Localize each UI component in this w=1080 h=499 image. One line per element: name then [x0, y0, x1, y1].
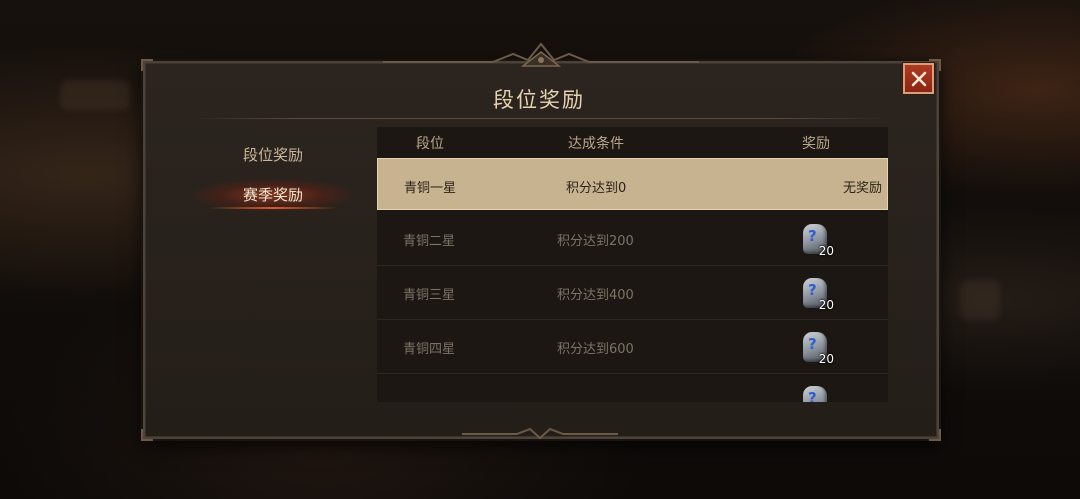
- question-mark-icon: ?: [808, 281, 817, 299]
- bottom-ornament-icon: [462, 427, 618, 440]
- title-divider: [193, 118, 883, 119]
- row-condition: 积分达到0: [566, 181, 627, 196]
- mystery-stone-icon: ?: [798, 384, 834, 402]
- reward-table[interactable]: 段位 达成条件 奖励 青铜一星 积分达到0 无奖励 青铜二星 积分达到200 ?…: [377, 127, 888, 402]
- background-blur-panel: [60, 80, 130, 110]
- header-condition: 达成条件: [568, 136, 624, 152]
- mystery-stone-icon[interactable]: ? 20: [798, 276, 834, 312]
- table-row[interactable]: 青铜一星 积分达到0 无奖励: [377, 158, 888, 210]
- table-row-partial[interactable]: ?: [377, 374, 888, 402]
- row-condition: 积分达到600: [557, 342, 634, 357]
- tab-season-reward[interactable]: 赛季奖励: [193, 179, 353, 211]
- table-row[interactable]: 青铜二星 积分达到200 ? 20: [377, 212, 888, 266]
- question-mark-icon: ?: [808, 389, 817, 402]
- question-mark-icon: ?: [808, 227, 817, 245]
- background-blur-panel: [960, 280, 1000, 320]
- reward-count: 20: [818, 298, 834, 312]
- header-reward: 奖励: [802, 136, 830, 152]
- row-rank: 青铜二星: [403, 234, 456, 249]
- reward-count: 20: [818, 244, 834, 258]
- row-rank: 青铜一星: [404, 181, 457, 196]
- tab-rank-reward[interactable]: 段位奖励: [193, 139, 353, 171]
- corner-ornament: [141, 59, 153, 71]
- table-row[interactable]: 青铜四星 积分达到600 ? 20: [377, 320, 888, 374]
- table-header: 段位 达成条件 奖励: [377, 127, 888, 157]
- header-rank: 段位: [416, 136, 444, 152]
- reward-count: 20: [818, 352, 834, 366]
- row-rank: 青铜三星: [403, 288, 456, 303]
- row-reward-text: 无奖励: [843, 181, 883, 196]
- row-rank: 青铜四星: [403, 342, 456, 357]
- dialog-title: 段位奖励: [493, 88, 585, 112]
- close-x-icon: [911, 71, 926, 86]
- mystery-stone-icon[interactable]: ? 20: [798, 330, 834, 366]
- row-condition: 积分达到200: [557, 234, 634, 249]
- top-ornament-icon: [383, 42, 699, 67]
- row-condition: 积分达到400: [557, 288, 634, 303]
- corner-ornament: [929, 429, 941, 441]
- close-button[interactable]: [903, 63, 934, 94]
- mystery-stone-icon[interactable]: ? 20: [798, 222, 834, 258]
- question-mark-icon: ?: [808, 335, 817, 353]
- table-row[interactable]: 青铜三星 积分达到400 ? 20: [377, 266, 888, 320]
- corner-ornament: [141, 429, 153, 441]
